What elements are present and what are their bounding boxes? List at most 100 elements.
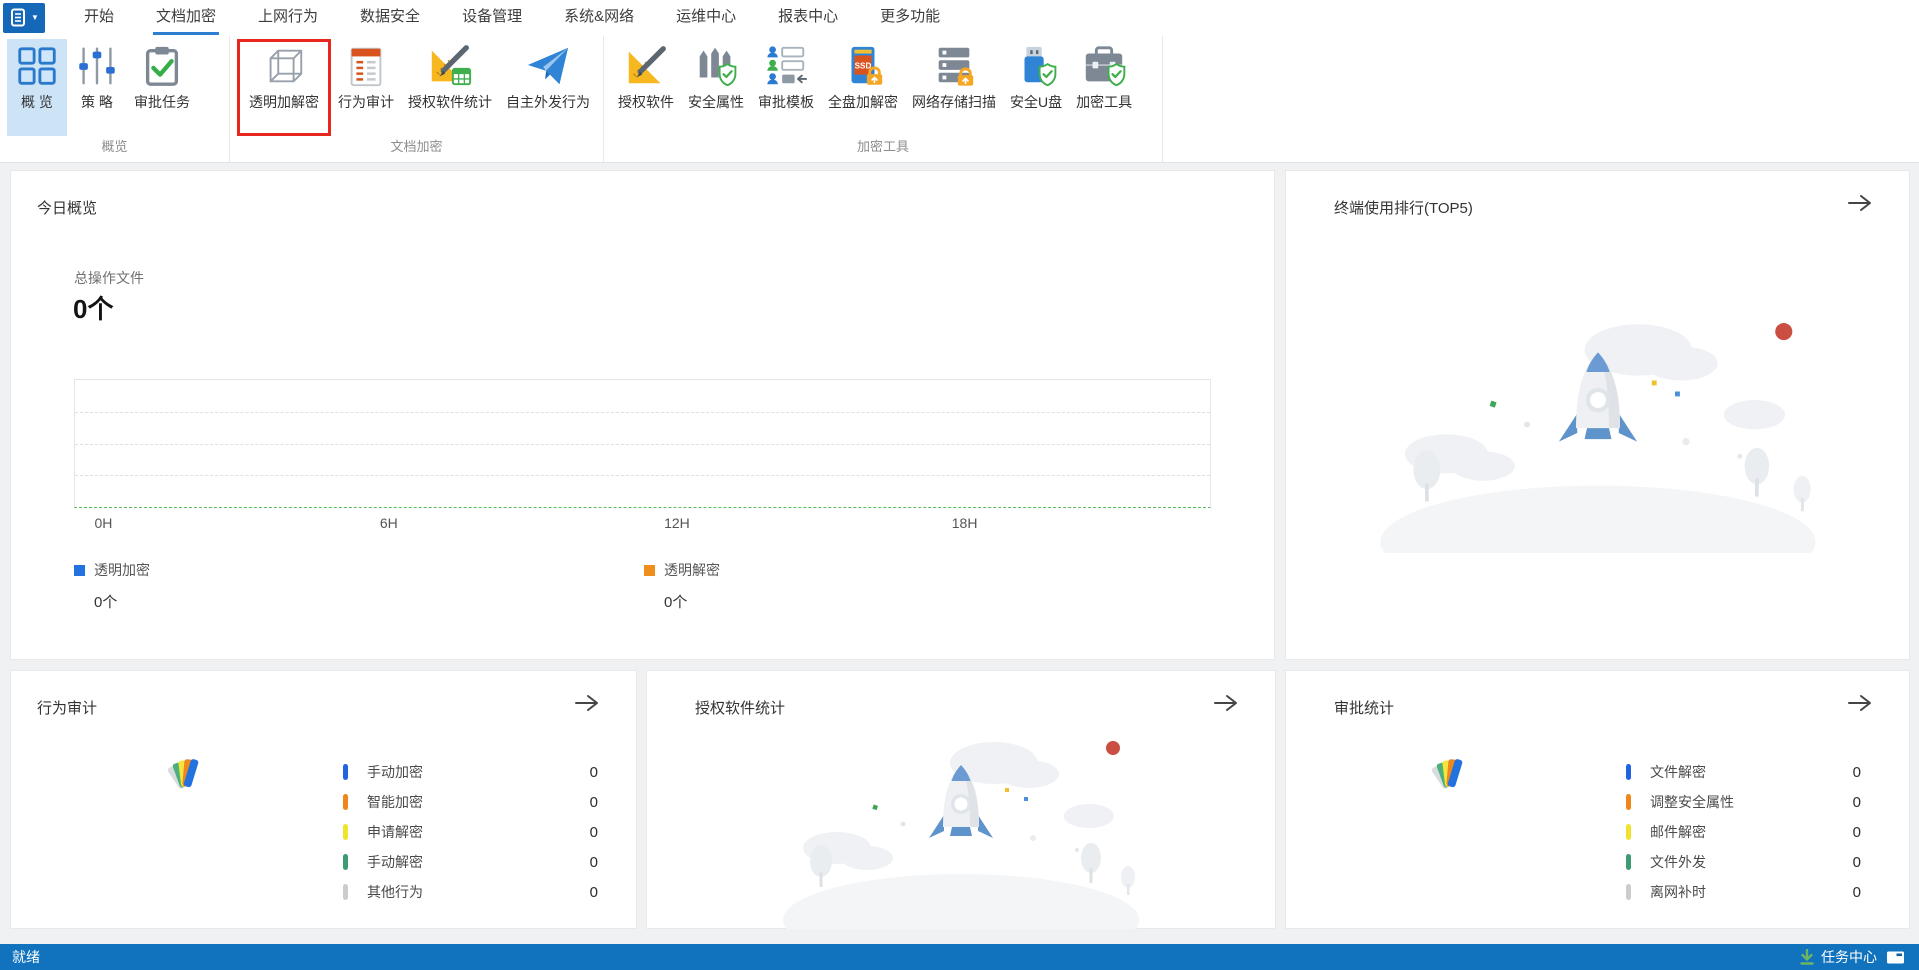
ribbon-item-label: 网络存储扫描 (912, 94, 996, 110)
paper-plane-icon (527, 47, 569, 85)
row-value: 0 (589, 883, 598, 901)
tab-device-management[interactable]: 设备管理 (441, 0, 543, 36)
app-menu-button[interactable]: ▼ (3, 3, 45, 33)
stat-row: 手动解密 0 (343, 847, 598, 877)
ribbon-item-security-attributes[interactable]: 安全属性 (681, 39, 751, 136)
row-value: 0 (1852, 883, 1861, 901)
row-marker (1626, 794, 1631, 810)
row-label: 文件解密 (1650, 764, 1706, 780)
tab-start[interactable]: 开始 (63, 0, 135, 36)
arrow-right-icon[interactable] (1847, 693, 1873, 713)
ribbon-item-overview[interactable]: 概 览 (7, 39, 67, 136)
ribbon-item-behavior-audit[interactable]: 行为审计 (331, 39, 401, 136)
server-lock-icon (938, 47, 975, 87)
card-behavior-audit: 行为审计 手动加密 0 智能加密 0 申请解密 0 手动解密 0 其他行为 0 (10, 670, 637, 929)
ribbon-item-label: 全盘加解密 (828, 94, 898, 110)
row-label: 邮件解密 (1650, 824, 1706, 840)
row-label: 手动解密 (367, 854, 423, 870)
stat-row: 文件外发 0 (1626, 847, 1861, 877)
ribbon-item-secure-usb[interactable]: 安全U盘 (1003, 39, 1069, 136)
legend-value: 0个 (664, 594, 688, 611)
clipboard-check-icon (145, 46, 179, 86)
card-title: 授权软件统计 (695, 700, 786, 717)
row-value: 0 (1852, 793, 1861, 811)
row-value: 0 (589, 793, 598, 811)
stat-row: 文件解密 0 (1626, 757, 1861, 787)
ribbon-group-doc-encryption: 透明加解密 行为审计 授权软件统计 自主外发行为 文档加密 (229, 36, 603, 162)
task-center-label: 任务中心 (1821, 949, 1877, 965)
ribbon-item-label: 授权软件统计 (408, 94, 492, 110)
x-tick: 12H (664, 515, 690, 531)
row-label: 离网补时 (1650, 884, 1706, 900)
ssd-lock-icon: SSD (851, 46, 884, 86)
stat-row: 智能加密 0 (343, 787, 598, 817)
chart-x-axis: 0H 6H 12H 18H (74, 515, 1211, 533)
legend-swatch (74, 564, 85, 576)
app-menu-icon (11, 8, 26, 27)
ribbon-item-label: 安全属性 (688, 94, 744, 110)
stat-row: 其他行为 0 (343, 877, 598, 907)
task-center-button[interactable]: 任务中心 (1799, 947, 1877, 967)
tab-document-encryption[interactable]: 文档加密 (135, 0, 237, 36)
row-value: 0 (1852, 763, 1861, 781)
hourly-operations-chart (74, 379, 1211, 508)
ribbon-toolbar: 概 览 策 略 审批任务 概览 透明加解密 行为审计 授权软件统计 自主外发行为… (0, 36, 1919, 163)
row-value: 0 (589, 763, 598, 781)
app-window: ▼ 开始 文档加密 上网行为 数据安全 设备管理 系统&网络 运维中心 报表中心… (0, 0, 1919, 970)
ribbon-item-encryption-tools[interactable]: 加密工具 (1069, 39, 1139, 136)
ribbon-group-label: 加密工具 (856, 139, 909, 154)
x-tick: 6H (379, 515, 398, 531)
ribbon-item-label: 概 览 (21, 94, 53, 110)
tab-internet-behavior[interactable]: 上网行为 (237, 0, 339, 36)
tab-ops-center[interactable]: 运维中心 (655, 0, 757, 36)
card-title: 行为审计 (37, 700, 98, 717)
card-approval-stats: 审批统计 文件解密 0 调整安全属性 0 邮件解密 0 文件外发 0 离网补时 … (1285, 670, 1910, 929)
ribbon-item-full-disk-encryption[interactable]: SSD 全盘加解密 (821, 39, 905, 136)
rocket-empty-illustration (781, 719, 1141, 929)
tab-data-security[interactable]: 数据安全 (339, 0, 441, 36)
tray-panel-icon[interactable] (1886, 950, 1905, 965)
ribbon-group-label: 概览 (101, 139, 128, 154)
ribbon-item-policy[interactable]: 策 略 (67, 39, 127, 136)
fan-bars-icon (1427, 755, 1473, 795)
ribbon-item-approval-template[interactable]: 审批模板 (751, 39, 821, 136)
status-bar: 就绪 任务中心 (0, 944, 1919, 970)
ribbon-item-network-storage-scan[interactable]: 网络存储扫描 (905, 39, 1003, 136)
ribbon-item-outgoing-behavior[interactable]: 自主外发行为 (499, 39, 597, 136)
ribbon-item-authorized-software[interactable]: 授权软件 (611, 39, 681, 136)
svg-text:SSD: SSD (855, 61, 872, 70)
ribbon-item-transparent-encryption[interactable]: 透明加解密 (237, 39, 331, 136)
row-value: 0 (1852, 853, 1861, 871)
ribbon-item-approval-tasks[interactable]: 审批任务 (127, 39, 197, 136)
tab-more-features[interactable]: 更多功能 (859, 0, 961, 36)
download-icon (1800, 948, 1814, 965)
ribbon-item-authorized-software-stats[interactable]: 授权软件统计 (401, 39, 499, 136)
legend-value: 0个 (94, 594, 118, 611)
menu-tabs: 开始 文档加密 上网行为 数据安全 设备管理 系统&网络 运维中心 报表中心 更… (63, 0, 961, 36)
card-terminal-ranking: 终端使用排行(TOP5) (1285, 170, 1910, 660)
row-marker (1626, 854, 1631, 870)
arrow-right-icon[interactable] (1213, 693, 1239, 713)
row-marker (343, 824, 348, 840)
row-label: 调整安全属性 (1650, 794, 1734, 810)
menubar: ▼ 开始 文档加密 上网行为 数据安全 设备管理 系统&网络 运维中心 报表中心… (0, 0, 1919, 36)
tab-report-center[interactable]: 报表中心 (757, 0, 859, 36)
people-template-icon (767, 46, 808, 85)
behavior-stat-list: 手动加密 0 智能加密 0 申请解密 0 手动解密 0 其他行为 0 (343, 757, 598, 907)
stat-row: 调整安全属性 0 (1626, 787, 1861, 817)
arrow-right-icon[interactable] (574, 693, 600, 713)
wireframe-cube-icon (269, 49, 303, 83)
total-files-value: 0个 (73, 294, 114, 324)
approval-stat-list: 文件解密 0 调整安全属性 0 邮件解密 0 文件外发 0 离网补时 0 (1626, 757, 1861, 907)
stat-row: 离网补时 0 (1626, 877, 1861, 907)
audit-document-icon (350, 47, 382, 87)
row-label: 申请解密 (367, 824, 423, 840)
arrow-right-icon[interactable] (1847, 193, 1873, 213)
card-title: 审批统计 (1334, 700, 1395, 717)
x-tick: 0H (94, 515, 113, 531)
row-marker (343, 764, 348, 780)
tab-system-network[interactable]: 系统&网络 (543, 0, 655, 36)
status-ready-text: 就绪 (12, 949, 40, 965)
usb-shield-icon (1024, 46, 1057, 87)
sliders-policy-icon (79, 47, 115, 85)
